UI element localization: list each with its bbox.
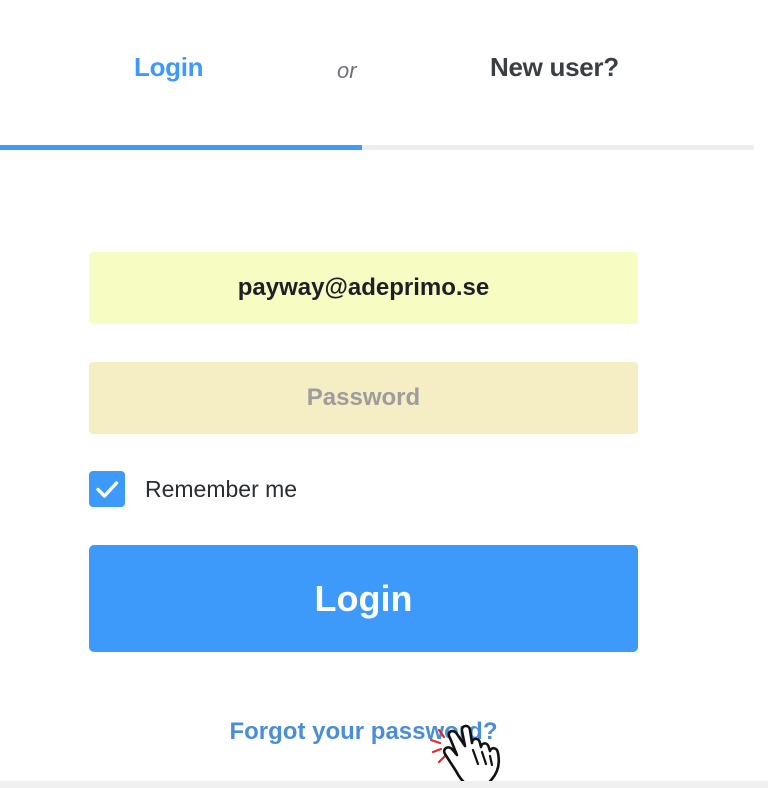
checkmark-icon (96, 481, 119, 498)
remember-me-checkbox[interactable] (89, 471, 125, 507)
tab-indicator (0, 145, 362, 150)
footer-band (0, 781, 768, 788)
tab-login[interactable]: Login (134, 52, 204, 83)
password-field[interactable] (89, 362, 638, 434)
login-page: Login or New user? Remember me Login For… (0, 0, 768, 788)
hand-pointer-icon (429, 724, 501, 788)
remember-me-label: Remember me (145, 476, 298, 502)
auth-tabs: Login or New user? (0, 0, 754, 150)
tab-separator: or (337, 58, 357, 83)
login-button[interactable]: Login (89, 545, 638, 652)
email-field[interactable] (89, 252, 638, 324)
tab-indicator-track (0, 145, 754, 150)
tab-new-user[interactable]: New user? (490, 52, 619, 83)
forgot-password-link[interactable]: Forgot your password? (0, 718, 727, 746)
